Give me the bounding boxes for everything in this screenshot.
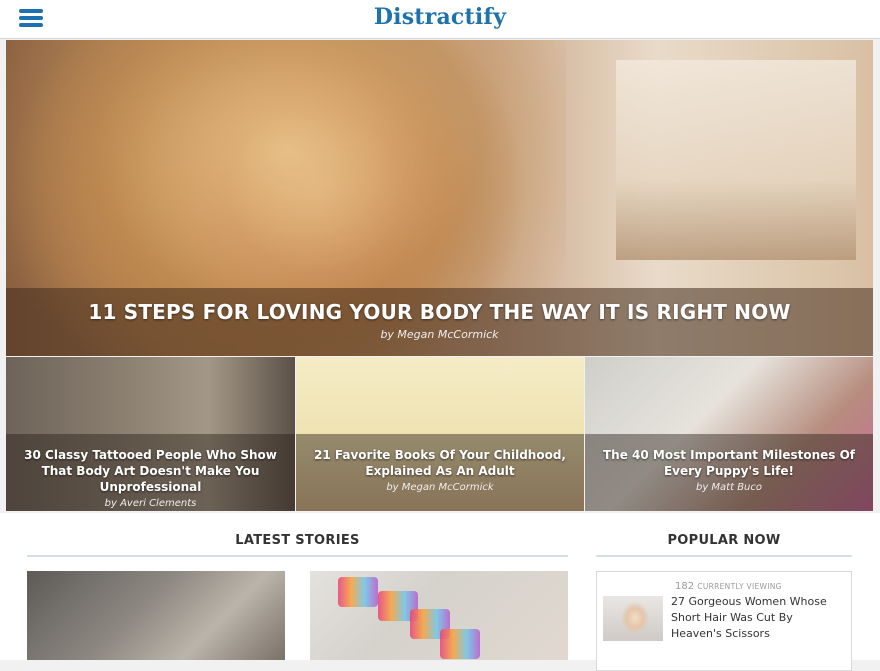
hero-caption: 11 STEPS FOR LOVING YOUR BODY THE WAY IT… bbox=[6, 288, 873, 356]
section-divider bbox=[596, 555, 852, 557]
tile-title[interactable]: 30 Classy Tattooed People Who Show That … bbox=[6, 447, 295, 495]
hero-image-background-window bbox=[616, 60, 856, 260]
site-logo[interactable]: Distractify bbox=[0, 4, 880, 30]
featured-tile-puppy[interactable]: The 40 Most Important Milestones Of Ever… bbox=[585, 357, 873, 511]
tile-author[interactable]: by Averi Clements bbox=[6, 498, 295, 509]
popular-now-heading: POPULAR NOW bbox=[667, 533, 781, 548]
tile-caption: The 40 Most Important Milestones Of Ever… bbox=[585, 434, 873, 511]
viewing-count: 182 bbox=[675, 581, 695, 592]
popular-viewing-count: 182 CURRENTLY VIEWING bbox=[675, 581, 782, 592]
latest-stories-heading: LATEST STORIES bbox=[235, 533, 360, 548]
top-navigation-bar: Distractify bbox=[0, 0, 880, 39]
story-image-detail bbox=[440, 629, 480, 659]
hero-title[interactable]: 11 STEPS FOR LOVING YOUR BODY THE WAY IT… bbox=[6, 300, 873, 324]
featured-tile-books[interactable]: 21 Favorite Books Of Your Childhood, Exp… bbox=[296, 357, 584, 511]
main-content: LATEST STORIES POPULAR NOW 182 CURRENTLY… bbox=[0, 513, 880, 671]
section-divider bbox=[27, 555, 568, 557]
popular-thumbnail[interactable] bbox=[603, 596, 663, 641]
hero-featured-story[interactable]: 11 STEPS FOR LOVING YOUR BODY THE WAY IT… bbox=[6, 40, 873, 356]
tile-title[interactable]: The 40 Most Important Milestones Of Ever… bbox=[585, 447, 873, 479]
popular-story-title[interactable]: 27 Gorgeous Women Whose Short Hair Was C… bbox=[671, 594, 847, 642]
tile-author[interactable]: by Megan McCormick bbox=[296, 482, 584, 493]
featured-tile-tattoo[interactable]: 30 Classy Tattooed People Who Show That … bbox=[6, 357, 295, 511]
hero-author[interactable]: by Megan McCormick bbox=[6, 328, 873, 341]
latest-story-card-cats[interactable] bbox=[27, 571, 285, 660]
tile-title[interactable]: 21 Favorite Books Of Your Childhood, Exp… bbox=[296, 447, 584, 479]
viewing-label: CURRENTLY VIEWING bbox=[697, 582, 782, 591]
tile-author[interactable]: by Matt Buco bbox=[585, 482, 873, 493]
popular-now-list: 182 CURRENTLY VIEWING 27 Gorgeous Women … bbox=[596, 571, 852, 671]
latest-story-card-soaps[interactable] bbox=[310, 571, 568, 660]
tile-caption: 21 Favorite Books Of Your Childhood, Exp… bbox=[296, 434, 584, 511]
story-image-detail bbox=[338, 577, 378, 607]
tile-caption: 30 Classy Tattooed People Who Show That … bbox=[6, 434, 295, 511]
